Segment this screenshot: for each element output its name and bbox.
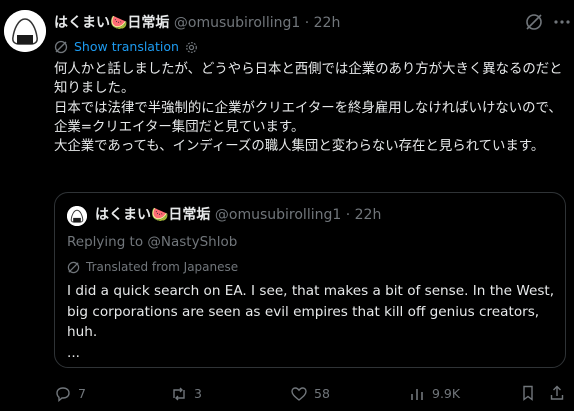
quoted-timestamp: 22h xyxy=(354,207,382,223)
view-count: 9.9K xyxy=(432,386,461,401)
action-bar: 7 3 58 9.9K xyxy=(54,384,569,406)
quoted-tweet-header: はくまい🍉日常垢 @omusubirolling1 · 22h xyxy=(95,206,381,224)
show-translation-link[interactable]: Show translation xyxy=(74,38,179,56)
reply-icon xyxy=(56,387,70,402)
quoted-author-avatar xyxy=(67,206,87,226)
translate-icon xyxy=(54,40,68,54)
share-button[interactable] xyxy=(548,384,566,402)
grok-icon[interactable] xyxy=(524,12,544,32)
reply-button[interactable]: 7 xyxy=(54,384,86,404)
like-count: 58 xyxy=(314,386,330,401)
repost-count: 3 xyxy=(194,386,202,401)
repost-button[interactable]: 3 xyxy=(170,384,202,404)
bookmark-icon xyxy=(523,385,533,401)
reply-count: 7 xyxy=(78,386,86,401)
separator-dot: · xyxy=(304,15,310,31)
quoted-tweet-body: I did a quick search on EA. I see, that … xyxy=(67,283,555,361)
views-button[interactable]: 9.9K xyxy=(408,384,460,404)
translate-icon xyxy=(67,261,80,274)
translated-label: Translated from Japanese xyxy=(67,259,238,275)
translation-row: Show translation xyxy=(54,38,198,56)
separator-dot: · xyxy=(345,207,351,223)
quoted-author-handle: @omusubirolling1 xyxy=(214,207,342,223)
views-icon xyxy=(411,389,423,400)
bookmark-button[interactable] xyxy=(519,384,537,402)
more-icon[interactable] xyxy=(552,12,572,32)
author-avatar[interactable] xyxy=(4,10,46,52)
share-icon xyxy=(550,385,564,400)
replying-to: Replying to @NastyShlob xyxy=(67,234,238,250)
like-button[interactable]: 58 xyxy=(290,384,330,404)
tweet-header: はくまい🍉日常垢 @omusubirolling1 · 22h xyxy=(54,14,574,34)
tweet-timestamp[interactable]: 22h xyxy=(314,15,341,31)
author-name[interactable]: はくまい🍉日常垢 xyxy=(54,15,169,31)
author-handle[interactable]: @omusubirolling1 xyxy=(174,15,300,31)
repost-icon xyxy=(173,387,185,401)
tweet-body: 何人かと話しましたが、どうやら日本と西側では企業のあり方が大きく異なるのだと知り… xyxy=(54,62,563,155)
quoted-tweet[interactable]: はくまい🍉日常垢 @omusubirolling1 · 22h Replying… xyxy=(54,192,566,368)
heart-icon xyxy=(291,387,307,401)
translated-from-text: Translated from Japanese xyxy=(86,260,239,274)
quoted-author-name: はくまい🍉日常垢 xyxy=(95,207,211,223)
gear-icon[interactable] xyxy=(185,41,198,54)
